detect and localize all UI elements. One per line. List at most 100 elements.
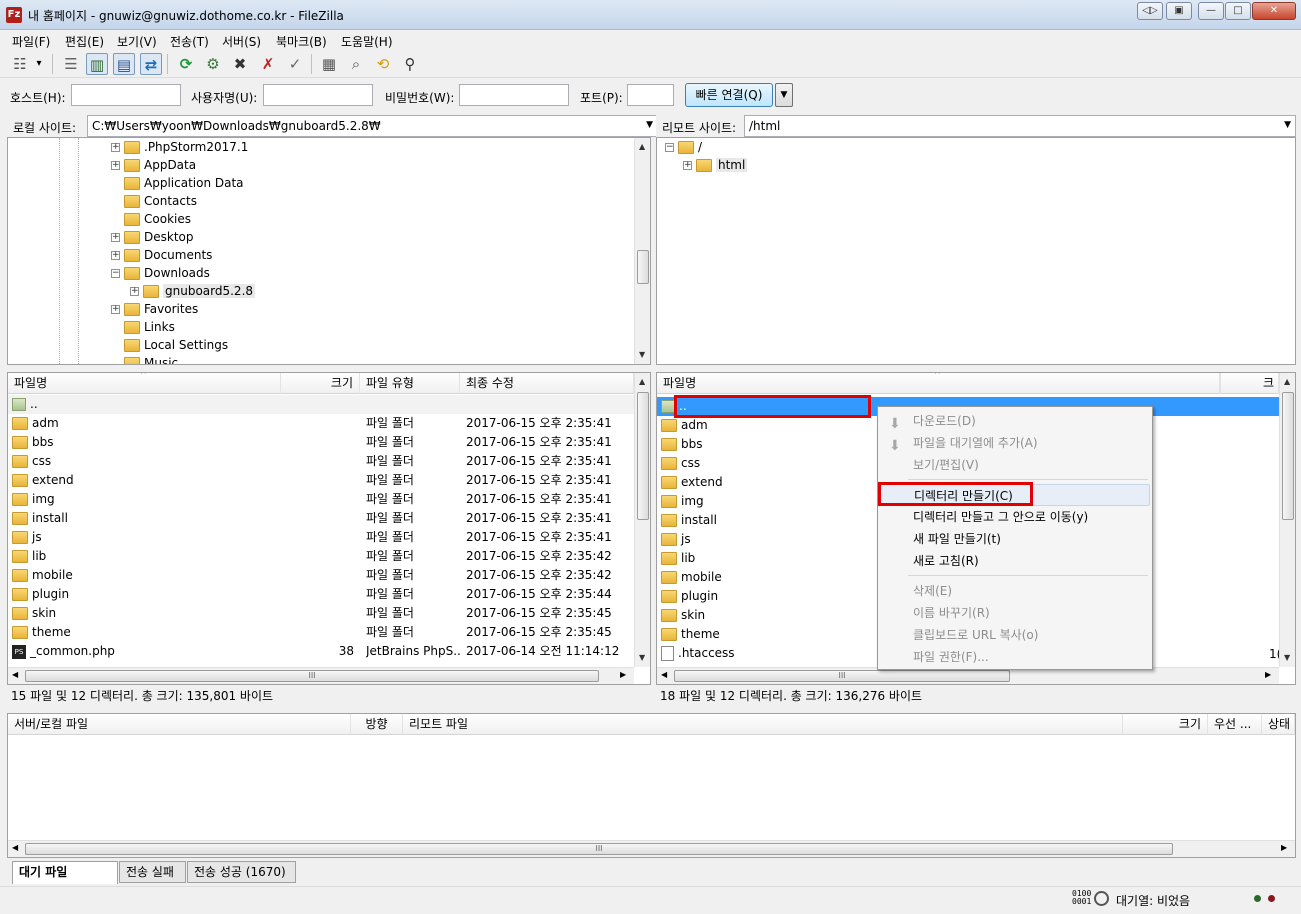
search-icon[interactable]: ⚲ xyxy=(399,53,421,75)
quickconnect-dropdown-icon[interactable]: ▼ xyxy=(775,83,793,107)
table-row[interactable]: .. xyxy=(8,395,634,414)
table-row[interactable]: lib 파일 폴더 2017-06-15 오후 2:35:42 xyxy=(8,547,634,566)
scroll-thumb[interactable] xyxy=(637,250,649,284)
collapse-icon[interactable]: − xyxy=(665,143,674,152)
tree-item[interactable]: − Downloads xyxy=(111,264,210,282)
tree-item[interactable]: Cookies xyxy=(111,210,191,228)
port-input[interactable] xyxy=(627,84,674,106)
scroll-up-icon[interactable]: ▲ xyxy=(1284,377,1290,386)
menu-edit[interactable]: 편집(E) xyxy=(65,33,104,50)
site-manager-icon[interactable]: ☷ xyxy=(9,53,31,75)
table-row[interactable]: css 파일 폴더 2017-06-15 오후 2:35:41 xyxy=(8,452,634,471)
tree-item[interactable]: + .PhpStorm2017.1 xyxy=(111,138,248,156)
scroll-down-icon[interactable]: ▼ xyxy=(639,653,645,662)
menu-bookmarks[interactable]: 북마크(B) xyxy=(276,33,327,50)
column-priority[interactable]: 우선 ... xyxy=(1208,714,1262,735)
scroll-up-icon[interactable]: ▲ xyxy=(639,142,645,151)
process-queue-icon[interactable]: ⚙ xyxy=(202,53,224,75)
menu-help[interactable]: 도움말(H) xyxy=(341,33,393,50)
disconnect-icon[interactable]: ✗ xyxy=(257,53,279,75)
menu-file[interactable]: 파일(F) xyxy=(12,33,50,50)
refresh-icon[interactable]: ⟳ xyxy=(175,53,197,75)
tab-failed-transfers[interactable]: 전송 실패 xyxy=(119,861,186,883)
transfer-queue-icon[interactable]: ⇄ xyxy=(140,53,162,75)
expand-icon[interactable]: + xyxy=(111,305,120,314)
remote-path-combo[interactable]: /html ▼ xyxy=(744,115,1296,137)
tree-item[interactable]: + Documents xyxy=(111,246,212,264)
table-row[interactable]: img 파일 폴더 2017-06-15 오후 2:35:41 xyxy=(8,490,634,509)
scroll-right-icon[interactable]: ▶ xyxy=(620,670,626,679)
column-local-file[interactable]: 서버/로컬 파일 xyxy=(8,714,351,735)
table-row[interactable]: adm 파일 폴더 2017-06-15 오후 2:35:41 xyxy=(8,414,634,433)
column-status[interactable]: 상태 xyxy=(1262,714,1295,735)
menu-server[interactable]: 서버(S) xyxy=(222,33,261,50)
table-row[interactable]: theme 파일 폴더 2017-06-15 오후 2:35:45 xyxy=(8,623,634,642)
local-list-scrollbar[interactable]: ▲ ▼ xyxy=(634,373,650,667)
minimize-button[interactable]: — xyxy=(1198,2,1224,20)
tree-item[interactable]: Application Data xyxy=(111,174,244,192)
column-size[interactable]: 크기 xyxy=(281,373,360,394)
expand-icon[interactable]: + xyxy=(111,251,120,260)
tree-item[interactable]: + gnuboard5.2.8 xyxy=(130,282,256,300)
remote-list-scrollbar[interactable]: ▲ ▼ xyxy=(1279,373,1295,667)
tree-item[interactable]: + AppData xyxy=(111,156,196,174)
context-menu-item[interactable]: 새 파일 만들기(t) xyxy=(880,528,1150,550)
tree-item[interactable]: + html xyxy=(683,156,748,174)
password-input[interactable] xyxy=(459,84,569,106)
local-path-combo[interactable]: C:₩Users₩yoon₩Downloads₩gnuboard5.2.8₩ ▼ xyxy=(87,115,658,137)
table-row[interactable]: install 파일 폴더 2017-06-15 오후 2:35:41 xyxy=(8,509,634,528)
tab-successful-transfers[interactable]: 전송 성공 (1670) xyxy=(187,861,296,883)
column-direction[interactable]: 방향 xyxy=(351,714,403,735)
context-menu-item[interactable]: 새로 고침(R) xyxy=(880,550,1150,572)
column-modified[interactable]: 최종 수정 xyxy=(460,373,634,394)
message-log-icon[interactable]: ☰ xyxy=(60,53,82,75)
dropdown-arrow-icon[interactable]: ▾ xyxy=(33,53,45,75)
table-row[interactable]: js 파일 폴더 2017-06-15 오후 2:35:41 xyxy=(8,528,634,547)
expand-icon[interactable]: + xyxy=(111,143,120,152)
menu-transfer[interactable]: 전송(T) xyxy=(170,33,209,50)
tree-item[interactable]: Links xyxy=(111,318,175,336)
back-forward-icon[interactable]: ◁▷ xyxy=(1137,2,1163,20)
directory-listing-filters-icon[interactable]: ▦ xyxy=(318,53,340,75)
table-row[interactable]: PS _common.php 38 JetBrains PhpS... 2017-06-… xyxy=(8,642,634,661)
column-remote-file[interactable]: 리모트 파일 xyxy=(403,714,1123,735)
tree-item[interactable]: − / xyxy=(665,138,702,156)
restore-tab-icon[interactable]: ▣ xyxy=(1166,2,1192,20)
scroll-thumb[interactable] xyxy=(1282,392,1294,520)
scroll-left-icon[interactable]: ◀ xyxy=(12,670,18,679)
local-list-hscrollbar[interactable]: ◀ III ▶ xyxy=(8,667,634,684)
scroll-down-icon[interactable]: ▼ xyxy=(1284,653,1290,662)
collapse-icon[interactable]: − xyxy=(111,269,120,278)
tree-item[interactable]: + Favorites xyxy=(111,300,198,318)
column-size[interactable]: 크 xyxy=(1220,373,1279,394)
scroll-right-icon[interactable]: ▶ xyxy=(1265,670,1271,679)
local-tree-scrollbar[interactable]: ▲ ▼ xyxy=(634,138,650,364)
quickconnect-button[interactable]: 빠른 연결(Q) xyxy=(685,83,773,107)
scroll-right-icon[interactable]: ▶ xyxy=(1281,843,1287,852)
sync-browse-icon[interactable]: ⟲ xyxy=(372,53,394,75)
remote-tree-icon[interactable]: ▤ xyxy=(113,53,135,75)
scroll-left-icon[interactable]: ◀ xyxy=(12,843,18,852)
scroll-thumb[interactable]: III xyxy=(25,843,1173,855)
chevron-down-icon[interactable]: ▼ xyxy=(1284,120,1291,130)
scroll-down-icon[interactable]: ▼ xyxy=(639,350,645,359)
menu-view[interactable]: 보기(V) xyxy=(117,33,157,50)
tree-item[interactable]: Local Settings xyxy=(111,336,228,354)
expand-icon[interactable]: + xyxy=(683,161,692,170)
toggle-comparison-icon[interactable]: ⌕ xyxy=(345,53,367,75)
scroll-thumb[interactable]: III xyxy=(674,670,1010,682)
maximize-button[interactable]: □ xyxy=(1225,2,1251,20)
column-filetype[interactable]: 파일 유형 xyxy=(360,373,460,394)
table-row[interactable]: extend 파일 폴더 2017-06-15 오후 2:35:41 xyxy=(8,471,634,490)
host-input[interactable] xyxy=(71,84,181,106)
reconnect-icon[interactable]: ✓ xyxy=(284,53,306,75)
tree-item[interactable]: Contacts xyxy=(111,192,197,210)
context-menu-item[interactable]: 디렉터리 만들고 그 안으로 이동(y) xyxy=(880,506,1150,528)
scroll-left-icon[interactable]: ◀ xyxy=(661,670,667,679)
tree-item[interactable]: + Desktop xyxy=(111,228,194,246)
table-row[interactable]: skin 파일 폴더 2017-06-15 오후 2:35:45 xyxy=(8,604,634,623)
scroll-thumb[interactable]: III xyxy=(25,670,599,682)
tab-queued-files[interactable]: 대기 파일 xyxy=(12,861,118,884)
username-input[interactable] xyxy=(263,84,373,106)
expand-icon[interactable]: + xyxy=(130,287,139,296)
